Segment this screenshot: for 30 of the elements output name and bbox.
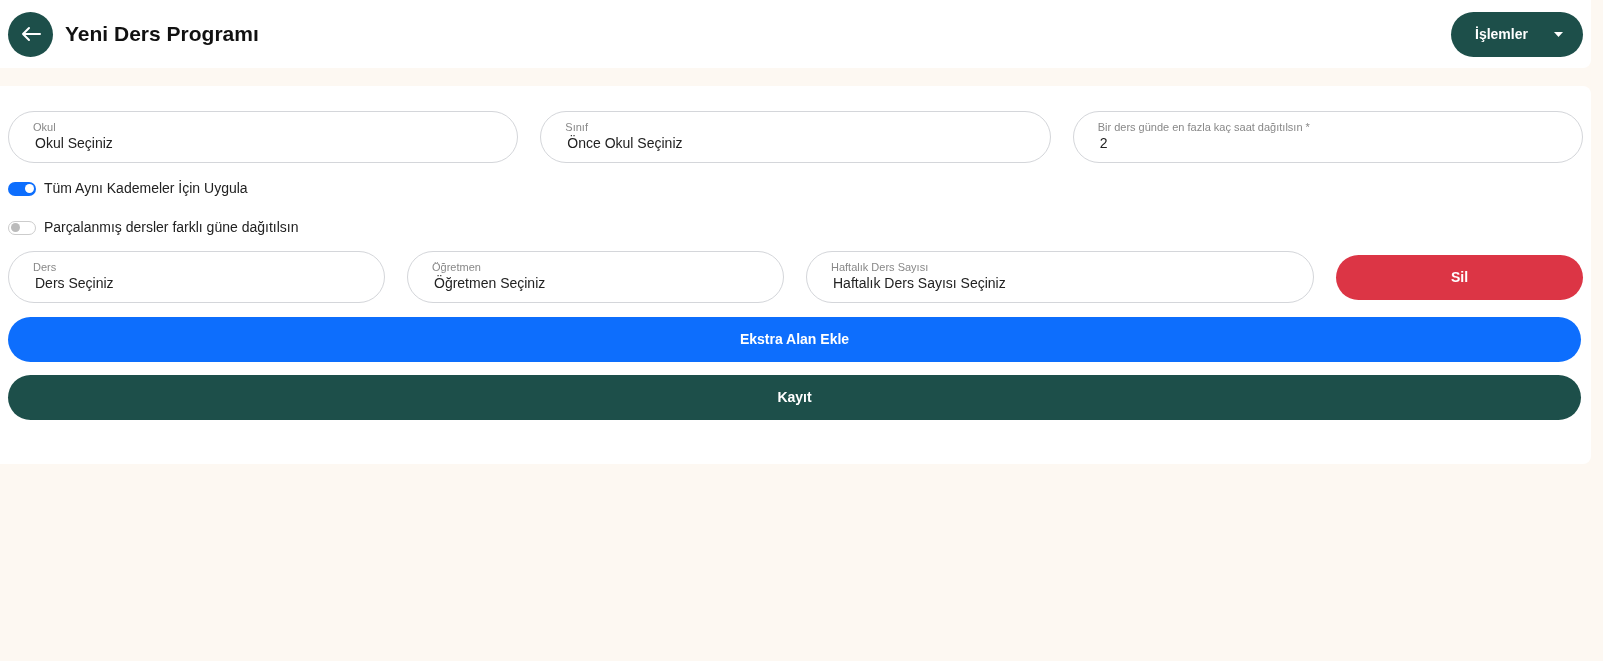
page-title: Yeni Ders Programı (65, 21, 259, 48)
toggle-label: Tüm Aynı Kademeler İçin Uygula (44, 179, 248, 198)
actions-button[interactable]: İşlemler (1451, 11, 1583, 57)
select-field[interactable]: Haftalık Ders Sayısı Haftalık Ders Sayısı Seçiniz (806, 251, 1314, 303)
delete-button[interactable]: Sil (1336, 254, 1583, 300)
field-label: Bir ders günde en fazla kaç saat dağıtılsın * (1097, 120, 1311, 135)
save-button[interactable]: Kayıt (8, 375, 1581, 420)
field-value: Önce Okul Seçiniz (566, 134, 684, 154)
field-label: Öğretmen (432, 260, 482, 275)
field-label: Okul (33, 120, 57, 135)
field-label: Ders (33, 260, 58, 275)
select-field[interactable]: Okul Okul Seçiniz (8, 111, 519, 163)
select-field[interactable]: Sınıf Önce Okul Seçiniz (540, 111, 1051, 163)
back-button[interactable] (8, 11, 53, 57)
caret-icon (1554, 31, 1563, 37)
toggle-switch[interactable] (8, 220, 36, 235)
field-label: Haftalık Ders Sayısı (831, 260, 930, 275)
field-label: Sınıf (565, 120, 589, 135)
field-value: Okul Seçiniz (34, 134, 114, 154)
add-field-button[interactable]: Ekstra Alan Ekle (8, 317, 1581, 362)
select-field[interactable]: Öğretmen Öğretmen Seçiniz (407, 251, 784, 303)
field-value: 2 (1098, 134, 1109, 154)
select-field[interactable]: Bir ders günde en fazla kaç saat dağıtılsın * 2 (1072, 111, 1583, 163)
field-value: Ders Seçiniz (34, 274, 115, 294)
select-field[interactable]: Ders Ders Seçiniz (8, 251, 385, 303)
toggle-switch[interactable] (8, 181, 36, 196)
back-arrow-icon (20, 26, 41, 42)
field-value: Haftalık Ders Sayısı Seçiniz (832, 274, 1007, 294)
toggle-label: Parçalanmış dersler farklı güne dağıtılsın (44, 218, 299, 237)
field-value: Öğretmen Seçiniz (433, 274, 547, 294)
